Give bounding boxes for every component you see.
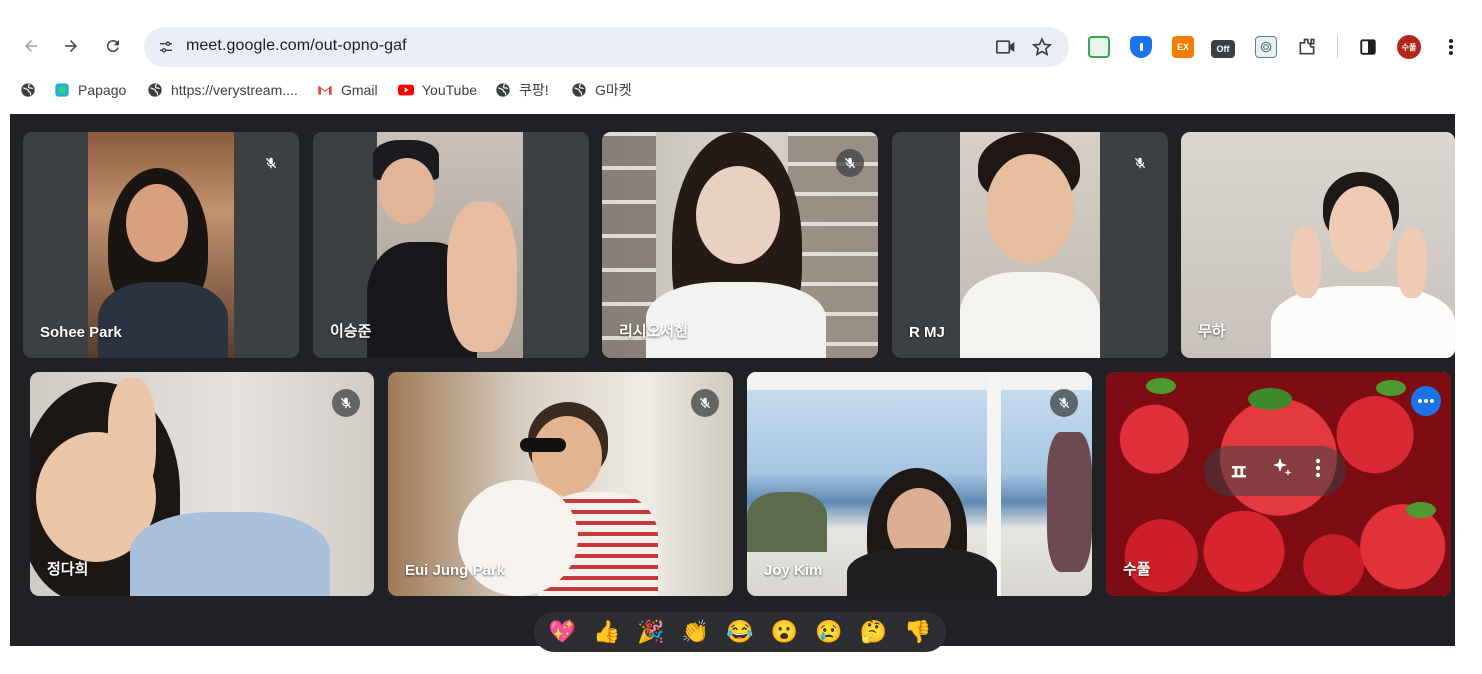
back-button[interactable] [18,33,44,59]
participant-name: Joy Kim [764,562,823,579]
participant-tile[interactable]: Sohee Park [23,132,299,358]
reload-icon [106,40,119,53]
globe-icon [147,82,163,98]
reaction-laughing[interactable]: 😂 [724,616,756,648]
globe-icon [495,82,511,98]
self-tile[interactable]: ㅍ 수풀 [1106,372,1451,596]
participant-tile[interactable]: R MJ [892,132,1168,358]
off-extension-icon[interactable]: Off [1211,40,1235,58]
extensions-puzzle-icon[interactable] [1296,36,1318,58]
site-settings-icon[interactable] [154,35,178,59]
participant-tile[interactable]: 무하 [1181,132,1455,358]
bookmark-coupang[interactable]: 쿠팡! [495,80,549,100]
ex-extension-icon[interactable]: EX [1172,36,1194,58]
mic-off-icon [836,149,864,177]
bookmark-globe[interactable] [20,80,44,100]
participant-tile[interactable]: Joy Kim [747,372,1092,596]
reactions-bar: 💖 👍 🎉 👏 😂 😮 😢 🤔 👎 [534,612,946,652]
browser-menu-icon[interactable] [1440,36,1462,58]
bookmark-star-icon[interactable] [1030,36,1054,58]
bookmarks-bar: Papago https://verystream.... Gmail YouT… [0,74,1482,106]
papago-icon [54,82,70,98]
reaction-surprised[interactable]: 😮 [768,616,800,648]
reaction-thumbs-up[interactable]: 👍 [591,616,623,648]
mic-off-icon [1050,389,1078,417]
more-vert-icon[interactable] [1315,458,1321,484]
participant-name: 수풀 [1123,561,1151,578]
shield-extension-icon[interactable] [1130,36,1152,58]
browser-toolbar: meet.google.com/out-opno-gaf EX Off 수풀 [0,0,1482,74]
mic-off-icon [332,389,360,417]
arrow-right-icon [65,40,77,52]
reaction-thumbs-down[interactable]: 👎 [902,616,934,648]
participant-name: 무하 [1198,323,1226,340]
reload-button[interactable] [100,33,126,59]
bookmark-label: 쿠팡! [519,82,549,98]
profile-avatar[interactable]: 수풀 [1397,35,1421,59]
reaction-clapping[interactable]: 👏 [680,616,712,648]
sparkle-icon[interactable] [1270,456,1294,486]
arrow-left-icon [25,40,37,52]
green-extension-icon[interactable] [1088,36,1110,58]
participant-tile[interactable]: 리시오서현 [602,132,878,358]
bookmark-youtube[interactable]: YouTube [398,80,477,100]
bookmark-papago[interactable]: Papago [54,80,126,100]
participant-name: 이승준 [330,323,372,340]
globe-icon [571,82,587,98]
participant-name: Eui Jung Park [405,562,506,579]
bookmark-label: https://verystream.... [171,82,298,98]
reaction-sparkling-heart[interactable]: 💖 [546,616,578,648]
participant-video [960,132,1100,358]
participant-name: 정다희 [47,561,89,578]
globe-icon [20,82,36,98]
mic-off-icon [1126,149,1154,177]
bookmark-label: G마켓 [595,82,632,98]
participant-video [367,132,523,358]
participant-tile[interactable]: Eui Jung Park [388,372,733,596]
reaction-thinking[interactable]: 🤔 [857,616,889,648]
bookmark-verystream[interactable]: https://verystream.... [147,80,298,100]
bookmark-label: Gmail [341,82,378,98]
bookmark-gmarket[interactable]: G마켓 [571,80,632,100]
camera-in-use-icon[interactable] [994,36,1018,58]
bookmark-label: Papago [78,82,127,98]
more-horiz-icon [1418,399,1434,403]
self-tile-controls[interactable]: ㅍ [1204,446,1346,496]
bookmark-label: YouTube [422,82,478,98]
participant-name: 리시오서현 [619,323,689,340]
more-options-button[interactable] [1411,386,1441,416]
reaction-crying[interactable]: 😢 [813,616,845,648]
meet-stage: Sohee Park 이승준 리시오서현 R MJ 무하 정다희 Eui Jun… [10,114,1455,652]
youtube-icon [398,82,414,98]
bookmark-gmail[interactable]: Gmail [317,80,378,100]
reaction-party-popper[interactable]: 🎉 [635,616,667,648]
toolbar-divider [1337,36,1338,58]
url-text[interactable]: meet.google.com/out-opno-gaf [186,37,407,55]
gmail-icon [317,82,333,98]
side-panel-icon[interactable] [1357,36,1379,58]
participant-tile[interactable]: 이승준 [313,132,589,358]
mic-off-icon [257,149,285,177]
forward-button[interactable] [58,33,84,59]
mic-off-icon [691,389,719,417]
fingerprint-extension-icon[interactable] [1255,36,1277,58]
address-bar[interactable]: meet.google.com/out-opno-gaf [144,27,1069,67]
participant-name: R MJ [909,324,945,341]
participant-name: Sohee Park [40,324,122,341]
pin-glyph[interactable]: ㅍ [1229,455,1249,487]
participant-tile[interactable]: 정다희 [30,372,374,596]
